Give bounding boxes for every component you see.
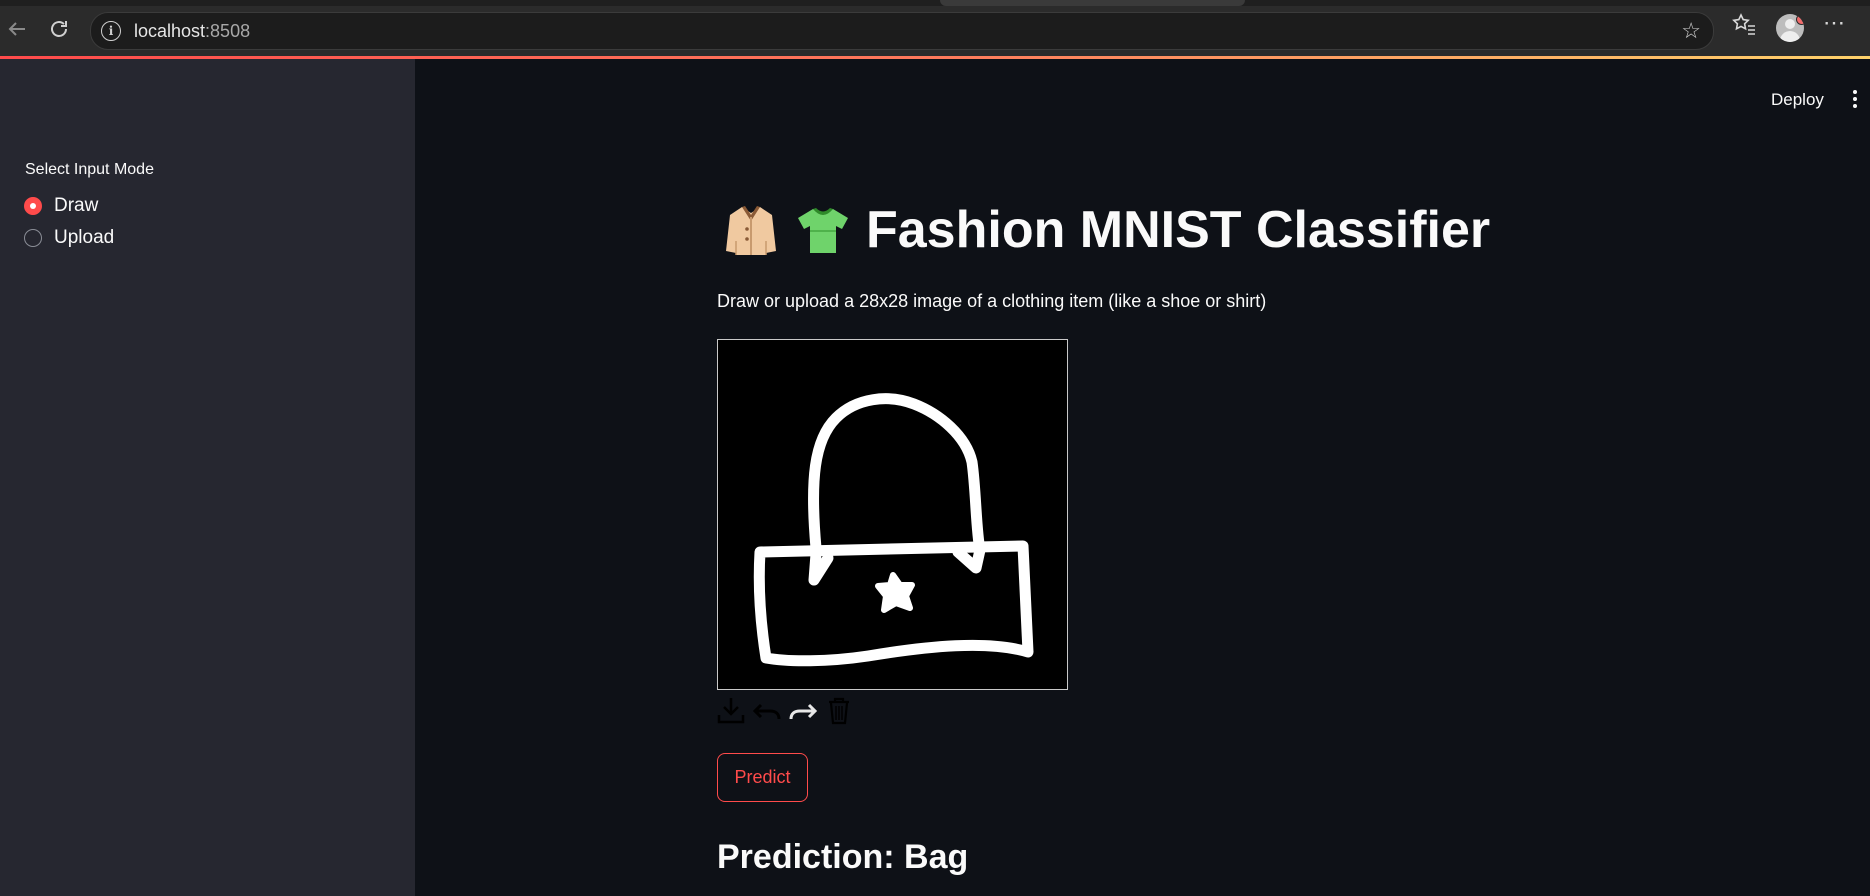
undo-icon[interactable] bbox=[752, 695, 782, 725]
radio-label-upload: Upload bbox=[54, 227, 115, 248]
site-info-icon[interactable]: i bbox=[101, 21, 121, 41]
main-menu-icon[interactable] bbox=[1853, 90, 1859, 111]
profile-avatar[interactable] bbox=[1776, 14, 1804, 42]
title-text: Fashion MNIST Classifier bbox=[866, 201, 1491, 259]
prediction-result: Prediction: Bag bbox=[717, 838, 969, 876]
more-options-icon[interactable]: ⋯ bbox=[1823, 10, 1845, 36]
tshirt-icon bbox=[794, 201, 852, 259]
favorite-star-icon[interactable]: ☆ bbox=[1681, 18, 1701, 44]
redo-icon[interactable] bbox=[788, 695, 818, 725]
tab-strip bbox=[0, 0, 1870, 6]
coat-icon bbox=[722, 201, 780, 259]
trash-icon[interactable] bbox=[824, 695, 854, 725]
url-text[interactable]: localhost:8508 bbox=[134, 21, 250, 42]
address-bar[interactable]: i localhost:8508 ☆ bbox=[90, 12, 1714, 50]
input-mode-label: Select Input Mode bbox=[25, 161, 154, 178]
deploy-button[interactable]: Deploy bbox=[1771, 90, 1824, 110]
radio-button-unchecked[interactable] bbox=[24, 229, 42, 247]
radio-option-upload[interactable]: Upload bbox=[24, 227, 114, 249]
radio-label-draw: Draw bbox=[54, 195, 99, 216]
favorites-icon[interactable] bbox=[1731, 12, 1757, 44]
browser-toolbar: i localhost:8508 ☆ ⋯ bbox=[0, 0, 1870, 56]
radio-button-checked[interactable] bbox=[24, 197, 42, 215]
back-arrow-icon[interactable] bbox=[2, 14, 32, 44]
sidebar: Select Input Mode Draw Upload bbox=[0, 59, 415, 896]
active-tab[interactable] bbox=[940, 0, 1245, 6]
canvas-toolbar bbox=[716, 695, 854, 725]
predict-button[interactable]: Predict bbox=[717, 753, 808, 802]
drawing-canvas[interactable] bbox=[717, 339, 1068, 690]
radio-option-draw[interactable]: Draw bbox=[24, 195, 98, 217]
download-icon[interactable] bbox=[716, 695, 746, 725]
instructions-text: Draw or upload a 28x28 image of a clothi… bbox=[717, 291, 1267, 311]
page-title: Fashion MNIST Classifier bbox=[722, 200, 1490, 260]
drawn-bag-sketch bbox=[753, 393, 1034, 667]
reload-icon[interactable] bbox=[44, 14, 74, 44]
